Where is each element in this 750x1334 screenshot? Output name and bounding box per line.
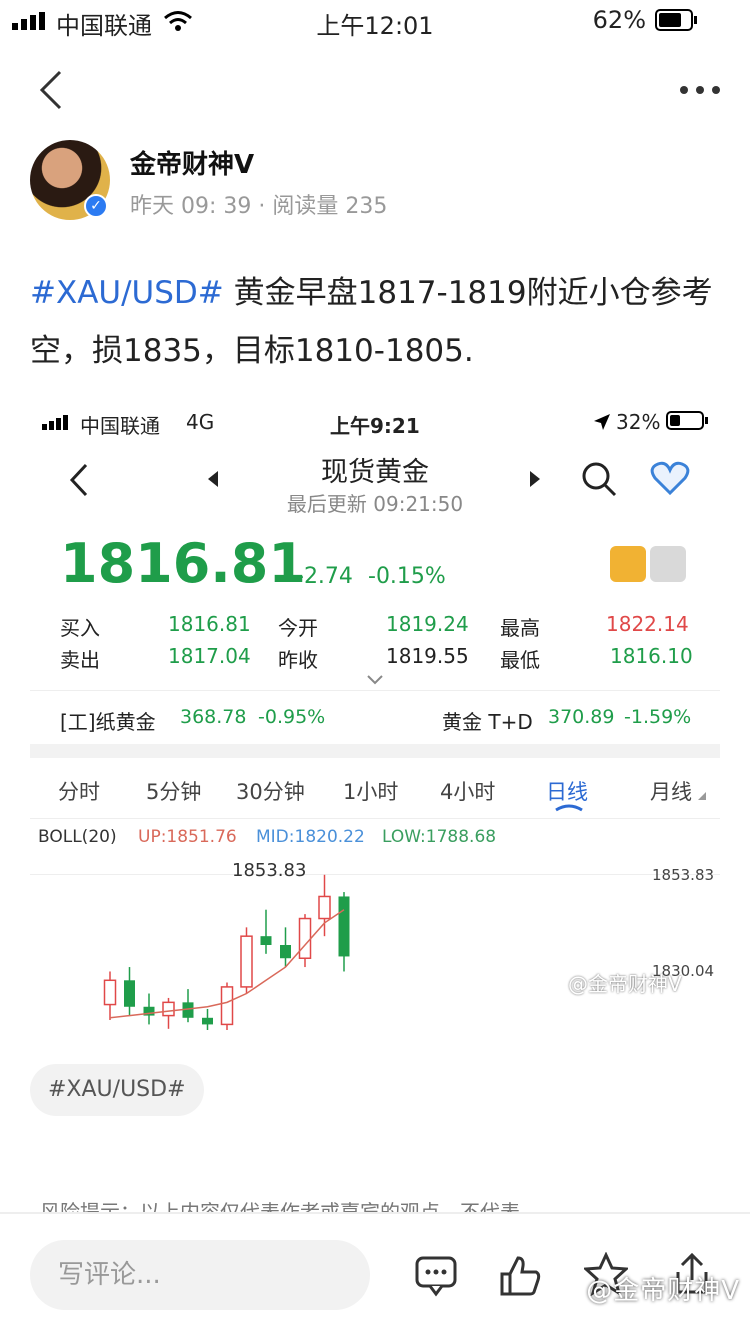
boll-label: BOLL(20)	[38, 827, 117, 847]
related-2-name[interactable]: 黄金 T+D	[442, 706, 533, 735]
status-bar: 中国联通 上午12:01 62%	[0, 0, 750, 44]
embedded-screenshot[interactable]: 中国联通 4G 上午9:21 32% 现货黄金 最后更新 09:21:50 18…	[30, 390, 720, 1030]
topic-tag[interactable]: #XAU/USD#	[30, 1064, 204, 1116]
nav-bar	[0, 50, 750, 130]
candle-body	[103, 979, 117, 1006]
candle-body	[280, 945, 291, 959]
like-icon[interactable]	[498, 1254, 542, 1298]
inner-battery-percent: 32%	[616, 410, 661, 434]
battery-icon	[655, 9, 697, 31]
favorite-heart-icon[interactable]	[650, 460, 690, 496]
inner-carrier: 中国联通	[80, 414, 160, 438]
more-icon[interactable]	[678, 84, 722, 96]
candle-body	[318, 895, 331, 920]
risk-warning-text: 风险提示：以上内容仅代表作者或嘉宾的观点，不代表	[40, 1200, 520, 1212]
inner-watermark: @金帝财神V	[568, 972, 682, 996]
post-hashtag[interactable]: #XAU/USD#	[30, 275, 224, 311]
alert-icon[interactable]	[610, 546, 646, 582]
expand-chevron-icon[interactable]	[366, 674, 384, 686]
high-label: 最高	[500, 616, 540, 640]
buy-label: 买入	[60, 616, 100, 640]
tab-1hour[interactable]: 1小时	[343, 776, 398, 806]
related-1-price: 368.78	[180, 706, 247, 728]
post-meta: 昨天 09: 39 · 阅读量 235	[130, 194, 388, 219]
comment-input[interactable]: 写评论...	[30, 1240, 370, 1310]
prev-close-label: 昨收	[278, 648, 318, 672]
tab-timeshare[interactable]: 分时	[58, 776, 100, 806]
current-price: 1816.81	[60, 532, 306, 595]
inner-battery-icon	[666, 411, 708, 430]
open-value: 1819.24	[386, 612, 469, 636]
exchange-icon[interactable]	[650, 546, 686, 582]
battery-percent: 62%	[592, 6, 646, 34]
candlestick-chart	[103, 874, 350, 1030]
high-value: 1822.14	[606, 612, 689, 636]
section-gap	[30, 744, 720, 758]
post-body: #XAU/USD# 黄金早盘1817-1819附近小仓参考空，损1835，目标1…	[30, 264, 720, 380]
tab-more-icon	[698, 792, 706, 800]
candle-body	[220, 986, 234, 1026]
tab-4hour[interactable]: 4小时	[440, 776, 495, 806]
candle-body	[124, 980, 135, 1007]
inner-signal-icon	[42, 415, 68, 430]
tab-daily[interactable]: 日线	[546, 776, 588, 806]
related-1-name[interactable]: [工]纸黄金	[60, 706, 156, 735]
candle-body	[202, 1017, 213, 1025]
related-1-pct: -0.95%	[258, 706, 326, 728]
author-name[interactable]: 金帝财神V	[130, 144, 254, 181]
boll-mid: MID:1820.22	[256, 827, 365, 847]
price-change-pct: -0.15%	[368, 564, 446, 589]
low-value: 1816.10	[610, 644, 693, 668]
back-icon[interactable]	[36, 68, 66, 112]
author-header: ✓ 金帝财神V 昨天 09: 39 · 阅读量 235	[30, 140, 730, 230]
inner-search-icon[interactable]	[580, 460, 618, 498]
candle-body	[240, 935, 253, 988]
related-2-price: 370.89	[548, 706, 615, 728]
boll-low: LOW:1788.68	[382, 827, 497, 847]
tab-30min[interactable]: 30分钟	[236, 776, 305, 806]
candle-body	[260, 936, 272, 945]
tab-monthly[interactable]: 月线	[650, 776, 692, 806]
buy-value: 1816.81	[168, 612, 251, 636]
low-label: 最低	[500, 648, 540, 672]
inner-time: 上午9:21	[330, 414, 420, 438]
related-2-pct: -1.59%	[624, 706, 692, 728]
quote-divider	[30, 690, 720, 691]
sell-value: 1817.04	[168, 644, 251, 668]
watermark: @金帝财神V	[586, 1276, 740, 1306]
price-change: -2.74	[296, 564, 353, 589]
tabs-divider	[30, 818, 720, 819]
bottom-divider	[0, 1212, 750, 1214]
prev-close-value: 1819.55	[386, 644, 469, 668]
open-label: 今开	[278, 616, 318, 640]
risk-warning: 风险提示：以上内容仅代表作者或嘉宾的观点，不代表	[40, 1196, 720, 1212]
next-arrow-icon[interactable]	[528, 470, 542, 488]
comment-icon[interactable]	[414, 1254, 458, 1298]
inner-network: 4G	[186, 410, 215, 434]
tab-5min[interactable]: 5分钟	[146, 776, 201, 806]
candle-body	[298, 917, 312, 959]
verified-badge-icon: ✓	[84, 194, 108, 218]
location-icon	[594, 414, 610, 430]
candle-body	[338, 896, 350, 957]
candle-body	[162, 1001, 175, 1017]
active-tab-indicator	[555, 804, 583, 812]
sell-label: 卖出	[60, 648, 100, 672]
boll-up: UP:1851.76	[138, 827, 237, 847]
